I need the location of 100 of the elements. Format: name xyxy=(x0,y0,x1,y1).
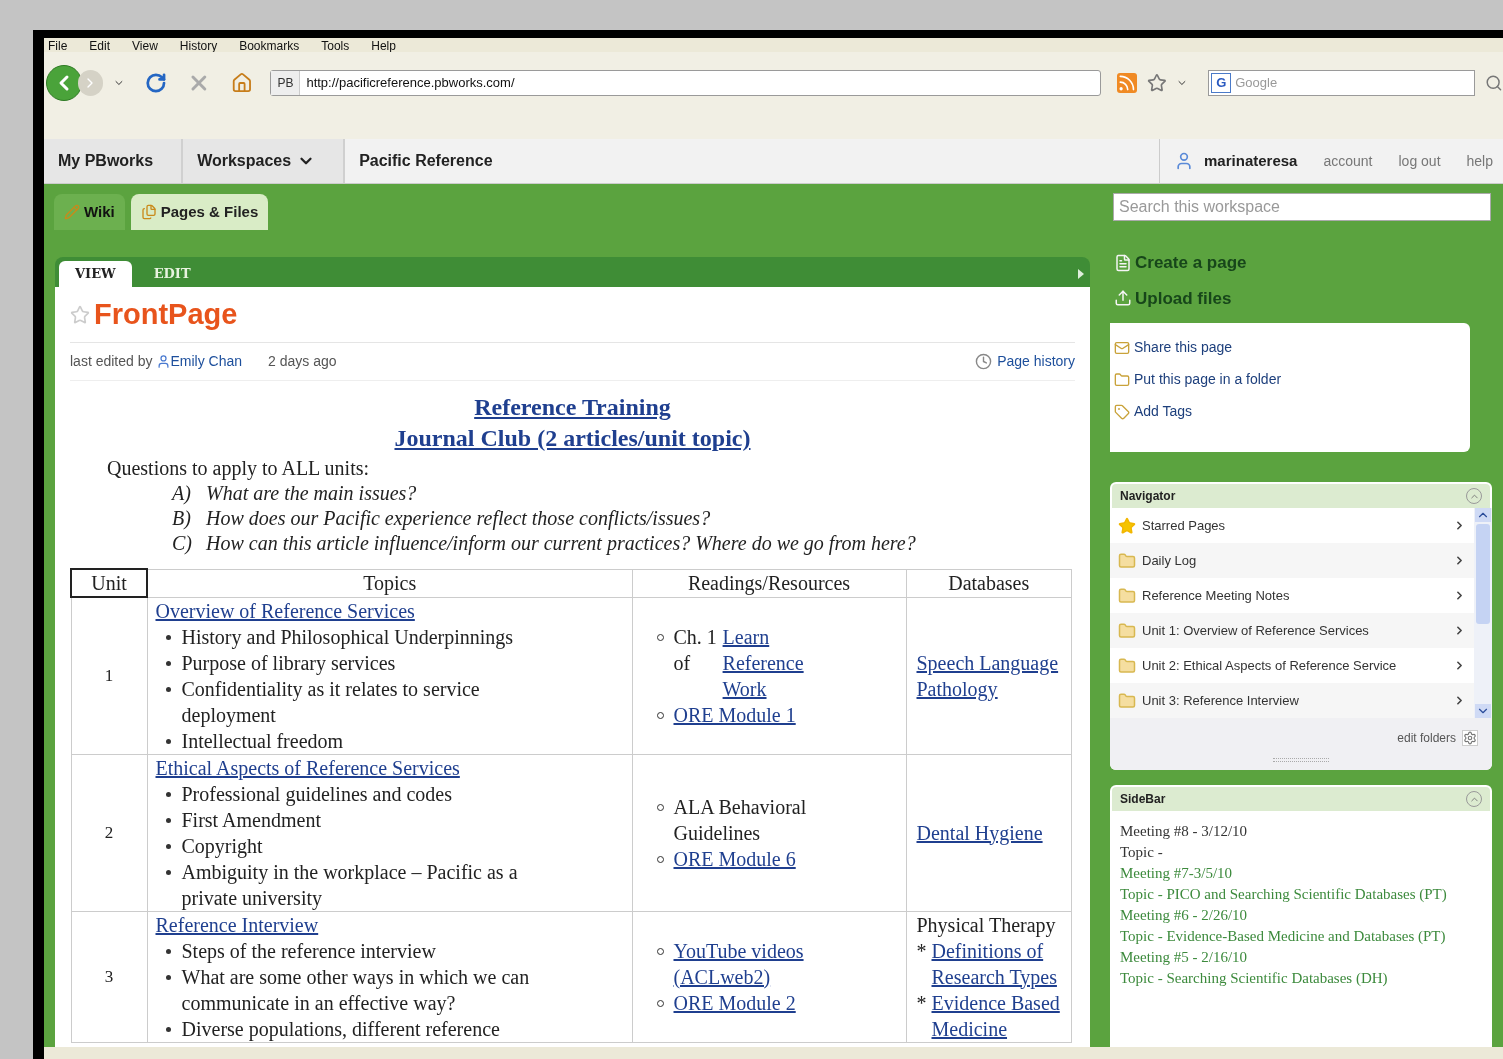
header-link[interactable]: log out xyxy=(1398,150,1441,172)
database-link[interactable]: Dental Hygiene xyxy=(916,819,1043,846)
menu-item[interactable]: History xyxy=(179,40,218,52)
page-action-link[interactable]: Put this page in a folder xyxy=(1114,369,1470,390)
star-icon[interactable] xyxy=(70,304,90,325)
reading-link[interactable]: ORE Module 1 xyxy=(673,701,796,728)
search-engine-field[interactable]: G Google xyxy=(1208,70,1476,96)
page-history-link[interactable]: Page history xyxy=(997,351,1075,372)
search-input[interactable]: Google xyxy=(1235,73,1436,93)
column-header: Unit xyxy=(71,569,147,597)
page-action-link[interactable]: Add Tags xyxy=(1114,401,1470,422)
action-link[interactable]: Upload files xyxy=(1114,285,1500,311)
navigator-item[interactable]: Daily Log xyxy=(1110,543,1474,578)
page-tab[interactable]: EDIT xyxy=(137,261,207,287)
question-text: What are the main issues? xyxy=(206,481,417,506)
folder-icon xyxy=(1118,621,1136,640)
back-button[interactable] xyxy=(46,65,82,101)
page-action-link[interactable]: Share this page xyxy=(1114,337,1470,358)
heading-link[interactable]: Journal Club (2 articles/unit topic) xyxy=(394,425,751,451)
database-text: * xyxy=(916,938,927,964)
page-tab[interactable]: VIEW xyxy=(59,261,132,287)
topic-bullet: First Amendment xyxy=(181,807,321,833)
menu-item[interactable]: File xyxy=(48,40,68,52)
breadcrumb-link[interactable]: Workspaces xyxy=(183,139,346,183)
question-label: B) xyxy=(172,506,192,531)
menu-item[interactable]: Bookmarks xyxy=(239,40,300,52)
action-icon xyxy=(1114,371,1130,388)
sidebar-text: Topic - xyxy=(1120,843,1164,862)
navigator-item[interactable]: Unit 3: Reference Interview xyxy=(1110,683,1474,718)
sidebar-link[interactable]: Meeting #5 - 2/16/10 xyxy=(1120,947,1474,968)
menu-item[interactable]: Help xyxy=(371,40,396,52)
action-link[interactable]: Create a page xyxy=(1114,250,1500,276)
forward-button[interactable] xyxy=(77,70,104,96)
editor-link[interactable]: Emily Chan xyxy=(170,351,243,372)
reading-text: ALA Behavioral Guidelines xyxy=(673,794,808,846)
edited-time: 2 days ago xyxy=(268,352,337,371)
search-field[interactable]: Search this workspace xyxy=(1113,193,1491,221)
topic-link[interactable]: Ethical Aspects of Reference Services xyxy=(155,756,460,779)
feed-icon[interactable] xyxy=(1116,73,1137,93)
page-icon xyxy=(1114,253,1132,272)
topic-bullet: History and Philosophical Underpinnings xyxy=(181,624,514,650)
workspace-tab[interactable]: Wiki xyxy=(54,194,125,230)
reading-link[interactable]: YouTube videos (ACLweb2) xyxy=(673,937,846,990)
address-field[interactable]: PB http://pacificreference.pbworks.com/ xyxy=(270,70,1101,96)
topic-bullet: What are some other ways in which we can communicate in an effective way? xyxy=(181,964,531,1016)
reading-link[interactable]: ORE Module 2 xyxy=(673,989,796,1016)
username-link[interactable]: marinateresa xyxy=(1174,149,1298,173)
question-label: A) xyxy=(172,481,192,506)
folder-icon xyxy=(1118,656,1136,675)
navigator-item[interactable]: Unit 1: Overview of Reference Services xyxy=(1110,613,1474,648)
bookmark-star-icon[interactable] xyxy=(1146,73,1167,93)
column-header: Topics xyxy=(147,569,632,597)
workspace-tab[interactable]: Pages & Files xyxy=(130,194,269,230)
reading-link[interactable]: ORE Module 6 xyxy=(673,845,796,872)
database-text: Physical Therapy xyxy=(916,912,1056,938)
edited-label: last edited by xyxy=(70,352,153,371)
topic-bullet: Confidentiality as it relates to service deployment xyxy=(181,676,481,728)
collapse-arrow-icon[interactable] xyxy=(1078,269,1084,279)
sidebar-link[interactable]: Meeting #7-3/5/10 xyxy=(1120,863,1474,884)
question-text: How can this article influence/inform our current practices? Where do we go from here? xyxy=(206,531,916,556)
topic-link[interactable]: Reference Interview xyxy=(155,913,319,936)
unit-cell: 1 xyxy=(71,597,147,754)
star-icon xyxy=(1118,516,1136,535)
search-icon[interactable] xyxy=(1485,74,1503,92)
action-icon xyxy=(1114,339,1130,356)
sidebar-link[interactable]: Topic - PICO and Searching Scientific Databases (PT) xyxy=(1120,884,1474,905)
action-icon xyxy=(1114,403,1130,420)
folder-icon xyxy=(1118,691,1136,710)
sidebar-link[interactable]: Meeting #6 - 2/26/10 xyxy=(1120,905,1474,926)
topic-bullet: Purpose of library services xyxy=(181,650,396,676)
question-label: C) xyxy=(172,531,193,556)
topic-link[interactable]: Overview of Reference Services xyxy=(155,599,415,622)
resize-grip[interactable] xyxy=(1273,758,1329,762)
database-link[interactable]: Definitions of Research Types xyxy=(931,937,1063,990)
home-icon[interactable] xyxy=(230,72,253,94)
site-badge: PB xyxy=(271,71,301,95)
unit-cell: 3 xyxy=(71,911,147,1042)
heading-link[interactable]: Reference Training xyxy=(474,394,671,420)
column-header: Readings/Resources xyxy=(632,569,906,597)
edit-folders-link[interactable]: edit folders xyxy=(1397,729,1456,747)
scroll-down-icon[interactable] xyxy=(1475,704,1491,718)
settings-icon[interactable] xyxy=(1462,730,1478,746)
panel-title: Navigator xyxy=(1120,488,1176,505)
url-text: http://pacificreference.pbworks.com/ xyxy=(306,74,515,93)
breadcrumb-link[interactable]: Pacific Reference xyxy=(345,139,507,183)
menu-item[interactable]: Tools xyxy=(321,40,350,52)
reload-icon[interactable] xyxy=(145,72,167,94)
breadcrumb-link[interactable]: My PBworks xyxy=(44,139,184,183)
scrollbar[interactable] xyxy=(1474,508,1492,718)
engine-icon[interactable]: G xyxy=(1211,73,1232,93)
reading-link[interactable]: Learn Reference Work xyxy=(722,623,846,702)
sidebar-link[interactable]: Topic - Searching Scientific Databases (DH) xyxy=(1120,968,1474,989)
clock-icon xyxy=(975,353,993,370)
scroll-up-icon[interactable] xyxy=(1475,508,1491,522)
header-link[interactable]: account xyxy=(1323,150,1373,172)
menu-item[interactable]: Edit xyxy=(89,40,111,52)
sidebar-link[interactable]: Topic - Evidence-Based Medicine and Databases (PT) xyxy=(1120,926,1474,947)
header-link[interactable]: help xyxy=(1466,150,1493,172)
database-link[interactable]: Evidence Based Medicine xyxy=(931,989,1063,1042)
menu-item[interactable]: View xyxy=(132,40,158,52)
